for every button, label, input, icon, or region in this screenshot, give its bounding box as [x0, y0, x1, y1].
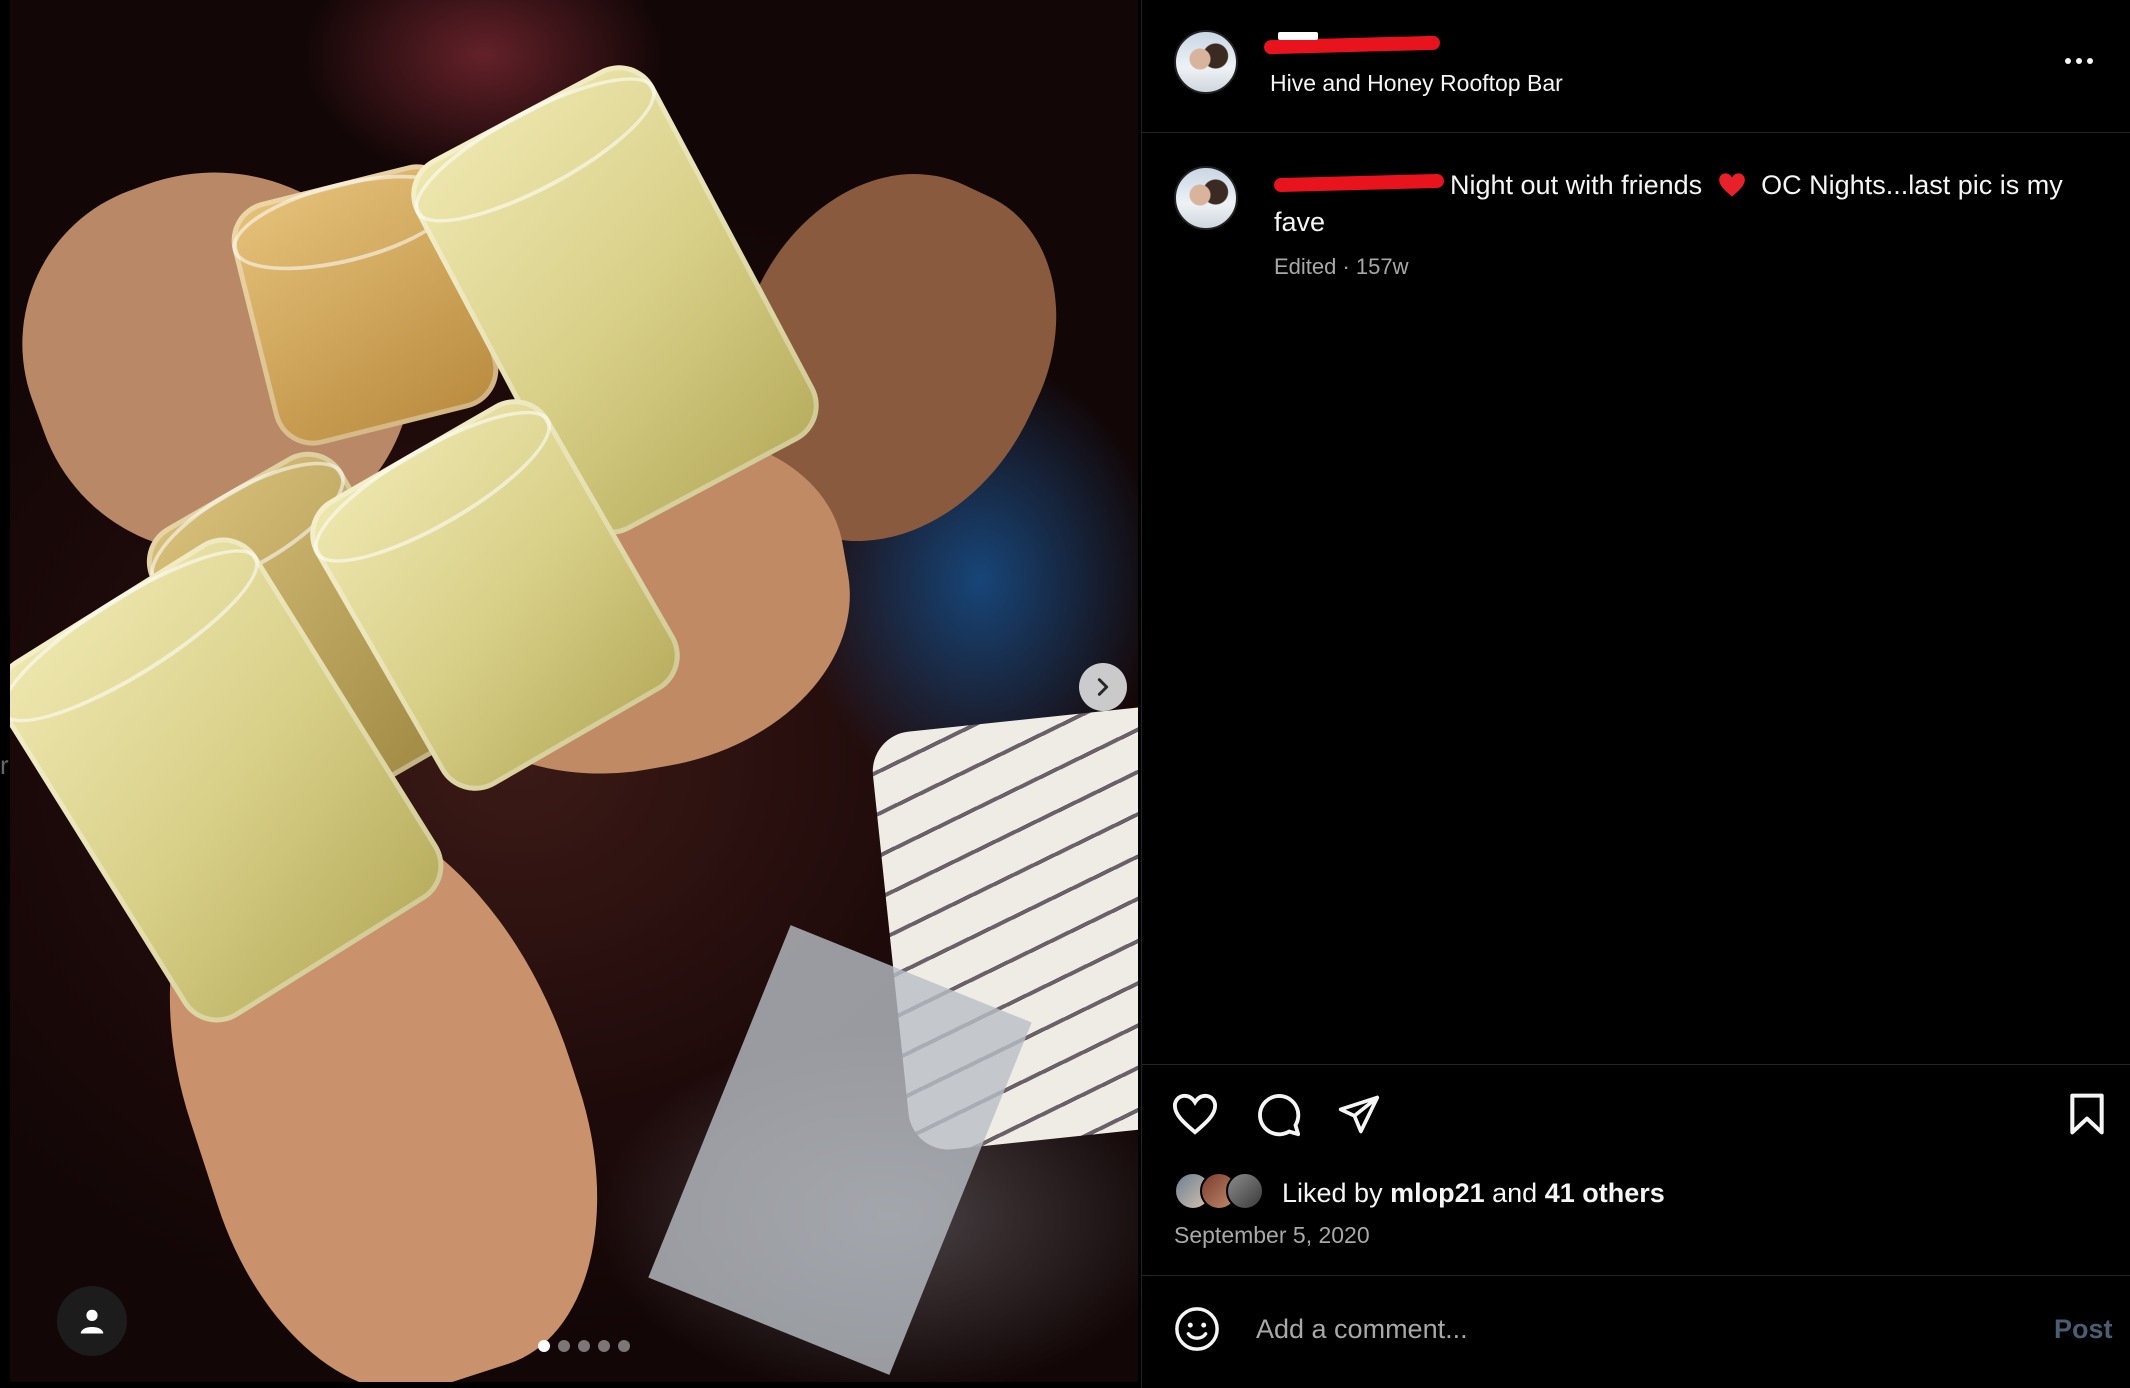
tagged-users-button[interactable] [57, 1286, 127, 1356]
carousel-indicator [538, 1340, 630, 1352]
caption-meta: Edited · 157w [1274, 254, 1409, 279]
carousel-dot [578, 1340, 590, 1352]
edge-artifact: r [0, 750, 9, 780]
paper-plane-icon [1338, 1095, 1380, 1134]
chevron-right-icon [1097, 678, 1109, 696]
person-icon [80, 1309, 104, 1334]
post-date[interactable]: September 5, 2020 [1174, 1222, 1370, 1249]
carousel-dot [558, 1340, 570, 1352]
carousel-dot-active [538, 1340, 550, 1352]
caption-text-part1: Night out with friends [1450, 170, 1703, 200]
share-button[interactable] [1336, 1092, 1382, 1141]
post-sidebar: Hive and Honey Rooftop Bar Night out wit… [1141, 0, 2130, 1388]
liked-by-user-link[interactable]: mlop21 [1390, 1178, 1485, 1208]
carousel-dot [598, 1340, 610, 1352]
liked-by-text: Liked by mlop21 and 41 others [1282, 1178, 1665, 1209]
author-avatar[interactable] [1174, 30, 1238, 94]
post-comment-button[interactable]: Post [2054, 1314, 2113, 1345]
save-button[interactable] [2066, 1092, 2108, 1141]
more-horizontal-icon-dot [2087, 58, 2093, 64]
caption-text-part2: OC Nights...last pic is my [1761, 170, 2063, 200]
liked-by-prefix: Liked by [1282, 1178, 1383, 1208]
caption-text-continued: fave [1274, 207, 1326, 237]
liker-avatars[interactable] [1174, 1172, 1264, 1210]
more-options-button[interactable] [2065, 50, 2105, 72]
bookmark-icon [2070, 1093, 2104, 1135]
caption-author-avatar[interactable] [1174, 166, 1238, 230]
username-fragment [1278, 32, 1318, 40]
heart-icon [1172, 1093, 1218, 1135]
liker-avatar [1226, 1172, 1264, 1210]
comment-button[interactable] [1256, 1092, 1302, 1143]
red-heart-emoji-icon [1718, 173, 1745, 197]
redacted-caption-username[interactable] [1273, 173, 1445, 193]
instagram-post-view: r Hive and Honey Rooftop Bar Night out w… [0, 0, 2130, 1388]
like-button[interactable] [1172, 1092, 1218, 1141]
post-header: Hive and Honey Rooftop Bar [1142, 0, 2130, 133]
more-horizontal-icon-dot [2076, 58, 2082, 64]
actions-divider [1142, 1064, 2130, 1065]
smiley-icon [1175, 1307, 1219, 1351]
post-location[interactable]: Hive and Honey Rooftop Bar [1270, 70, 1563, 97]
caption-text: Night out with friends OC Nights...last … [1450, 166, 2063, 204]
more-horizontal-icon [2065, 58, 2071, 64]
emoji-picker-button[interactable] [1174, 1306, 1220, 1357]
post-media-photo[interactable] [10, 0, 1138, 1382]
comment-input[interactable] [1254, 1300, 1918, 1358]
liked-by-joiner: and [1492, 1178, 1538, 1208]
comment-bubble-icon [1258, 1094, 1301, 1137]
liked-by-others-link[interactable]: 41 others [1545, 1178, 1665, 1208]
carousel-next-button[interactable] [1079, 663, 1127, 711]
comment-bar: Post [1142, 1275, 2130, 1388]
carousel-dot [618, 1340, 630, 1352]
